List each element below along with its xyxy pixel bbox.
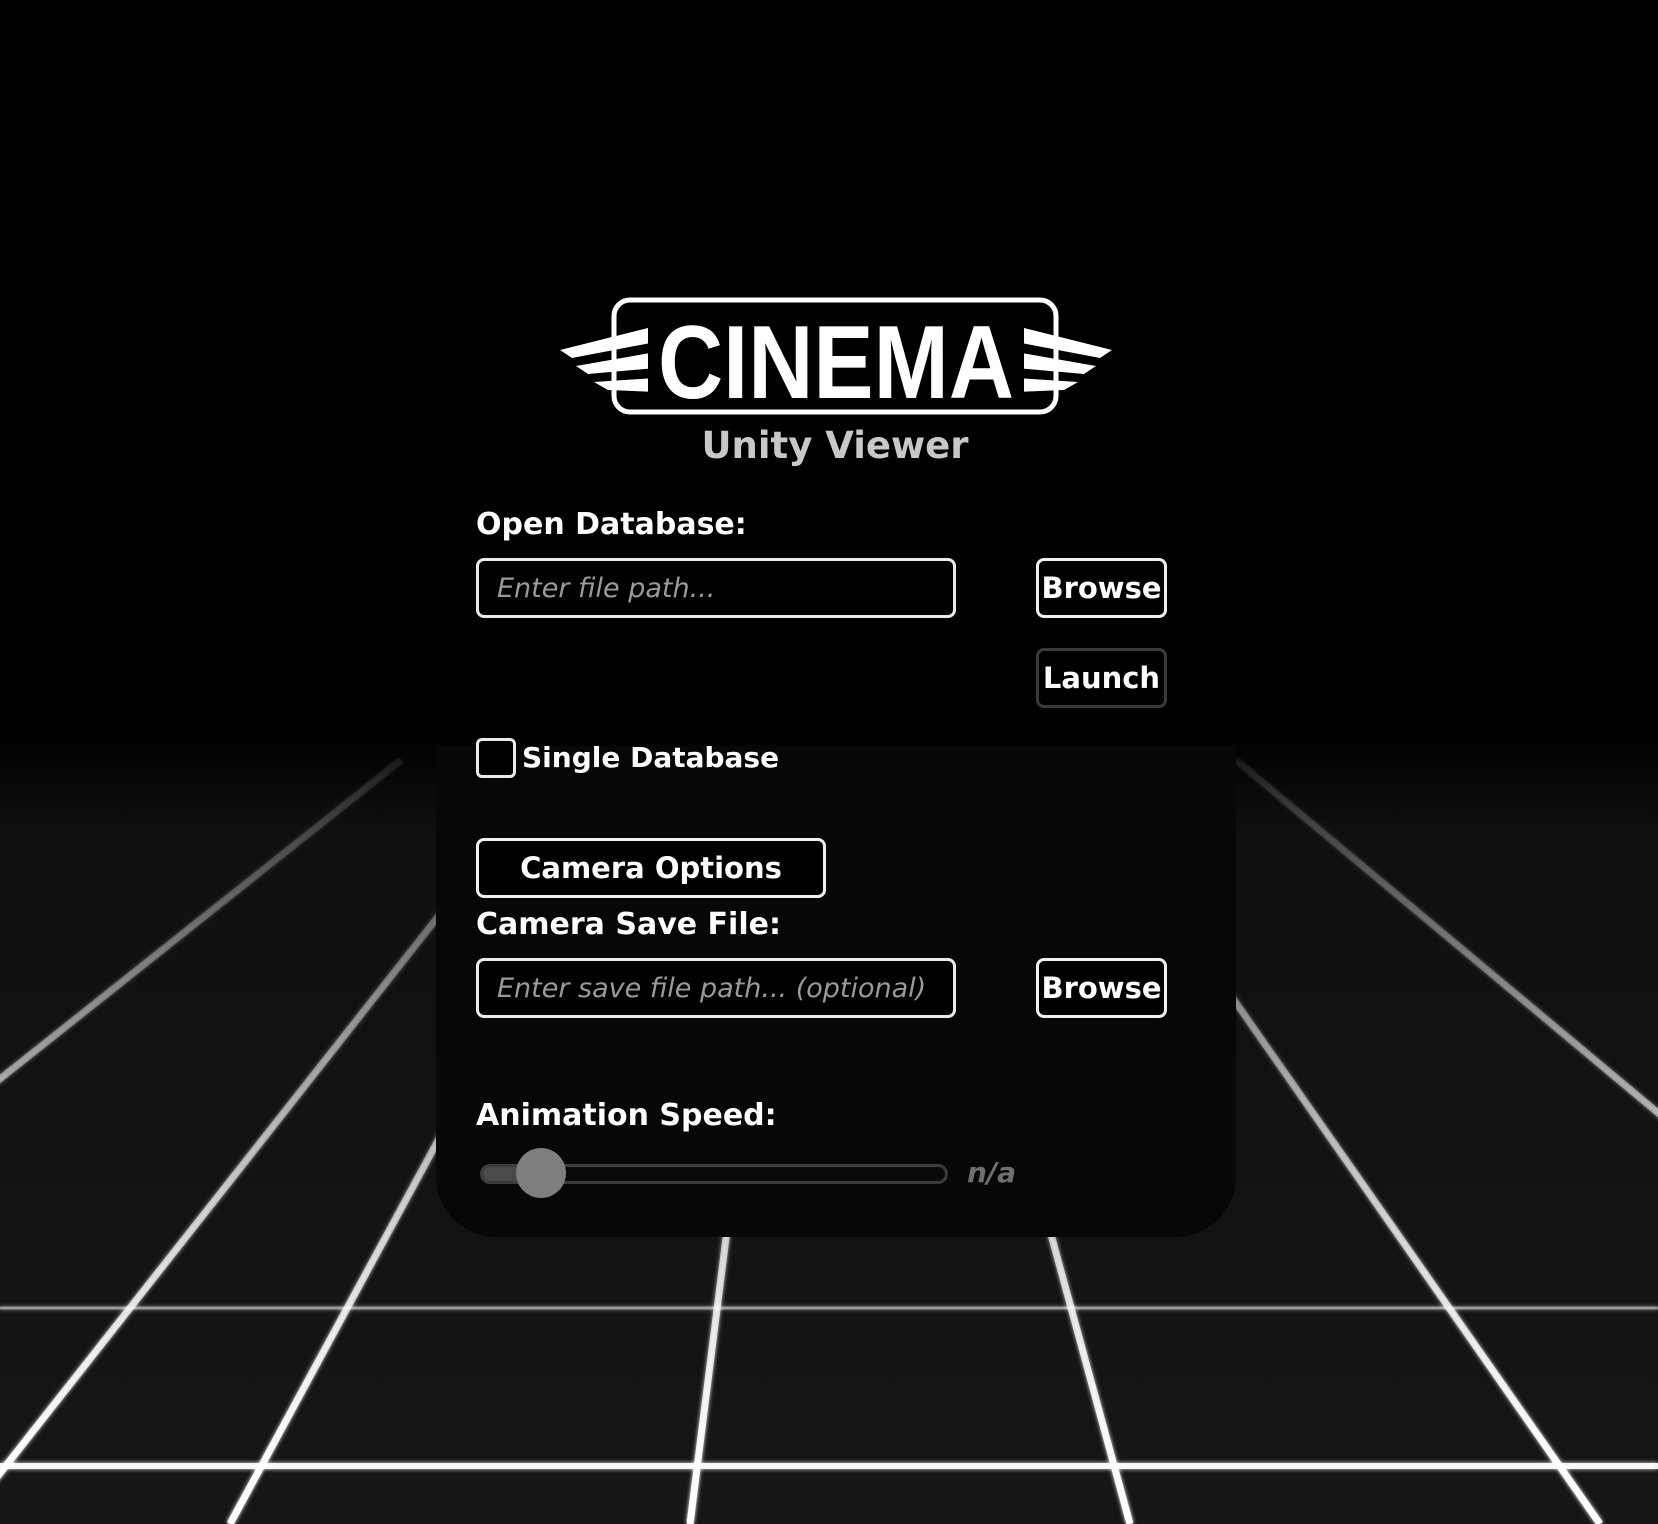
camera-options-button[interactable]: Camera Options bbox=[476, 838, 826, 898]
viewer-window: CINEMA Unity Viewer Open Database: Brows… bbox=[0, 0, 1658, 1524]
logo-left-wing-icon bbox=[560, 326, 656, 392]
logo-right-wing-icon bbox=[1016, 326, 1112, 392]
slider-thumb-handle[interactable] bbox=[515, 1148, 566, 1198]
logo-wordmark: CINEMA bbox=[658, 305, 1014, 420]
cinema-logo: CINEMA bbox=[560, 297, 1112, 420]
camera-save-file-label: Camera Save File: bbox=[476, 907, 781, 942]
browse-database-button[interactable]: Browse bbox=[1036, 558, 1167, 618]
animation-speed-label: Animation Speed: bbox=[476, 1098, 777, 1133]
database-path-input[interactable] bbox=[476, 558, 956, 618]
animation-speed-value: n/a bbox=[967, 1156, 1017, 1189]
open-database-label: Open Database: bbox=[476, 507, 747, 542]
browse-save-file-button[interactable]: Browse bbox=[1036, 958, 1167, 1018]
app-subtitle: Unity Viewer bbox=[701, 424, 969, 467]
launch-button[interactable]: Launch bbox=[1036, 648, 1167, 708]
camera-save-path-input[interactable] bbox=[476, 958, 956, 1018]
single-database-checkbox[interactable] bbox=[476, 738, 516, 778]
single-database-label: Single Database bbox=[522, 741, 780, 774]
